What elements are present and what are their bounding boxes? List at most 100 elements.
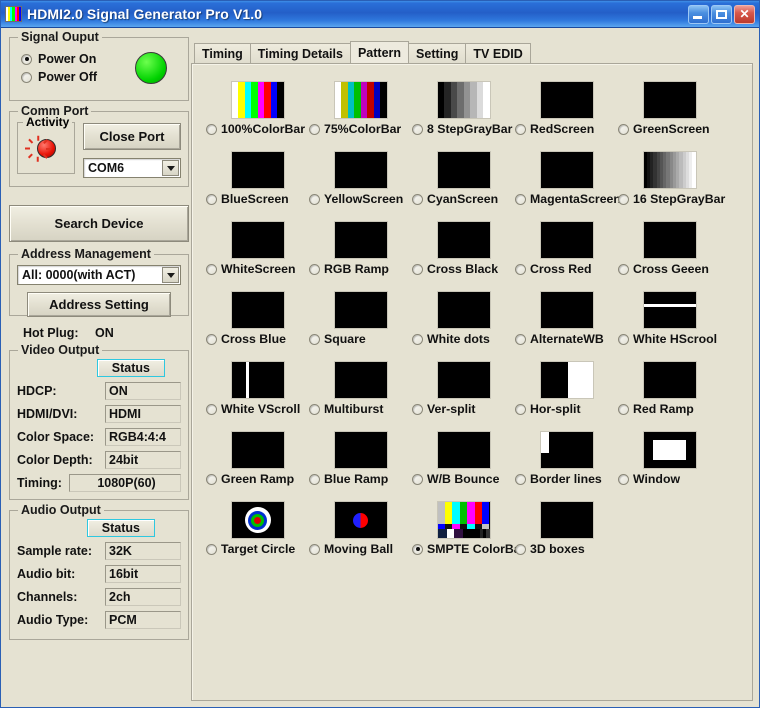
tab-timing[interactable]: Timing [194,43,251,63]
pattern-radio-cross-black[interactable]: Cross Black [412,262,515,276]
pattern-radio-checkerboard[interactable]: AlternateWB [515,332,618,346]
pattern-radio-indicator[interactable] [412,123,423,135]
pattern-cell-cross-red[interactable]: Cross Red [515,218,618,288]
moving-ball-icon[interactable] [333,501,388,539]
pattern-radio-green-ramp[interactable]: Green Ramp [206,472,309,486]
pattern-cell-solid-yellow[interactable]: YellowScreen [309,148,412,218]
pattern-radio-indicator[interactable] [412,543,423,555]
pattern-radio-solid-green[interactable]: GreenScreen [618,122,721,136]
pattern-radio-indicator[interactable] [515,473,526,485]
cross-green-icon[interactable] [642,221,697,259]
pattern-radio-indicator[interactable] [515,193,526,205]
pattern-radio-solid-blue[interactable]: BlueScreen [206,192,309,206]
pattern-cell-green-ramp[interactable]: Green Ramp [206,428,309,498]
pattern-radio-indicator[interactable] [206,333,217,345]
red-ramp-icon[interactable] [642,361,697,399]
solid-red-icon[interactable] [539,81,594,119]
pattern-radio-indicator[interactable] [206,473,217,485]
pattern-cell-solid-cyan[interactable]: CyanScreen [412,148,515,218]
pattern-cell-checkerboard[interactable]: AlternateWB [515,288,618,358]
close-port-button[interactable]: Close Port [83,123,181,150]
pattern-cell-colorbar-75[interactable]: 75%ColorBar [309,78,412,148]
blue-ramp-icon[interactable] [333,431,388,469]
pattern-radio-indicator[interactable] [206,123,217,135]
pattern-cell-cross-black[interactable]: Cross Black [412,218,515,288]
colorbar-100-icon[interactable] [230,81,285,119]
radio-power-off-indicator[interactable] [21,71,32,83]
wb-bounce-icon[interactable] [436,431,491,469]
window-box-icon[interactable] [642,431,697,469]
pattern-radio-indicator[interactable] [412,403,423,415]
address-select[interactable]: All: 0000(with ACT) [17,265,181,285]
chevron-down-icon[interactable] [162,160,179,176]
gray-8step-icon[interactable] [436,81,491,119]
pattern-cell-white-dots[interactable]: White dots [412,288,515,358]
pattern-radio-ver-split[interactable]: Ver-split [412,402,515,416]
pattern-cell-solid-magenta[interactable]: MagentaScreen [515,148,621,218]
pattern-cell-rgb-ramp[interactable]: RGB Ramp [309,218,412,288]
pattern-radio-wb-bounce[interactable]: W/B Bounce [412,472,515,486]
pattern-radio-indicator[interactable] [309,333,320,345]
pattern-radio-indicator[interactable] [412,193,423,205]
colorbar-75-icon[interactable] [333,81,388,119]
pattern-radio-indicator[interactable] [618,333,629,345]
pattern-cell-window-box[interactable]: Window [618,428,721,498]
pattern-radio-solid-magenta[interactable]: MagentaScreen [515,192,621,206]
3d-boxes-icon[interactable] [539,501,594,539]
pattern-radio-multiburst[interactable]: Multiburst [309,402,412,416]
white-hscroll-icon[interactable] [642,291,697,329]
chevron-down-icon[interactable] [162,267,179,283]
pattern-cell-blue-ramp[interactable]: Blue Ramp [309,428,412,498]
white-dots-icon[interactable] [436,291,491,329]
pattern-radio-indicator[interactable] [618,263,629,275]
pattern-radio-indicator[interactable] [309,263,320,275]
target-circle-icon[interactable] [230,501,285,539]
radio-power-off[interactable]: Power Off [21,70,135,84]
pattern-cell-3d-boxes[interactable]: 3D boxes [515,498,618,568]
pattern-cell-gray-16step[interactable]: 16 StepGrayBar [618,148,725,218]
pattern-radio-indicator[interactable] [618,193,629,205]
pattern-radio-indicator[interactable] [618,403,629,415]
pattern-radio-square-grid[interactable]: Square [309,332,412,346]
checkerboard-icon[interactable] [539,291,594,329]
pattern-radio-indicator[interactable] [618,123,629,135]
smpte-colorbar-icon[interactable] [436,501,491,539]
pattern-radio-solid-red[interactable]: RedScreen [515,122,618,136]
pattern-cell-white-hscroll[interactable]: White HScrool [618,288,721,358]
pattern-cell-colorbar-100[interactable]: 100%ColorBar [206,78,309,148]
pattern-cell-solid-green[interactable]: GreenScreen [618,78,721,148]
pattern-cell-target-circle[interactable]: Target Circle [206,498,309,568]
hor-split-icon[interactable] [539,361,594,399]
pattern-cell-cross-green[interactable]: Cross Geeen [618,218,721,288]
tab-pattern[interactable]: Pattern [349,41,410,63]
pattern-radio-indicator[interactable] [412,263,423,275]
solid-yellow-icon[interactable] [333,151,388,189]
square-grid-icon[interactable] [333,291,388,329]
comm-port-select[interactable]: COM6 [83,158,181,178]
pattern-radio-rgb-ramp[interactable]: RGB Ramp [309,262,412,276]
multiburst-icon[interactable] [333,361,388,399]
cross-blue-icon[interactable] [230,291,285,329]
gray-16step-icon[interactable] [642,151,697,189]
pattern-radio-3d-boxes[interactable]: 3D boxes [515,542,618,556]
rgb-ramp-icon[interactable] [333,221,388,259]
solid-white-icon[interactable] [230,221,285,259]
pattern-radio-indicator[interactable] [618,473,629,485]
pattern-cell-white-vscroll[interactable]: White VScroll [206,358,309,428]
pattern-radio-indicator[interactable] [515,333,526,345]
address-setting-button[interactable]: Address Setting [27,292,171,317]
pattern-radio-indicator[interactable] [206,263,217,275]
pattern-cell-solid-red[interactable]: RedScreen [515,78,618,148]
pattern-radio-target-circle[interactable]: Target Circle [206,542,309,556]
pattern-radio-indicator[interactable] [309,473,320,485]
pattern-radio-solid-yellow[interactable]: YellowScreen [309,192,412,206]
pattern-radio-indicator[interactable] [309,123,320,135]
pattern-radio-colorbar-75[interactable]: 75%ColorBar [309,122,412,136]
pattern-radio-indicator[interactable] [309,543,320,555]
pattern-radio-window-box[interactable]: Window [618,472,721,486]
pattern-radio-indicator[interactable] [412,473,423,485]
pattern-radio-red-ramp[interactable]: Red Ramp [618,402,721,416]
pattern-cell-border-lines[interactable]: Border lines [515,428,618,498]
pattern-radio-indicator[interactable] [206,193,217,205]
pattern-radio-indicator[interactable] [206,403,217,415]
